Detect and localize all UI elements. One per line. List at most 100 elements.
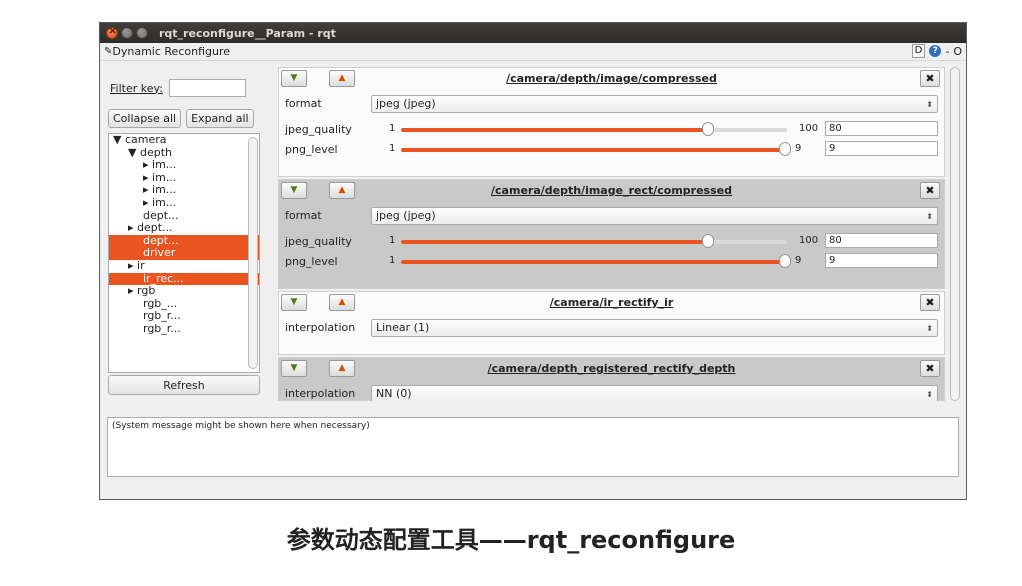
panel-title: /camera/depth_registered_rectify_depth [487,362,736,375]
maximize-window-button[interactable] [136,27,148,39]
tree-item[interactable]: ▸ rgb [109,285,259,298]
param-select[interactable]: NN (0) ⬍ [371,385,938,401]
dock-button[interactable]: D [911,44,926,58]
updown-icon: ⬍ [926,324,933,333]
slider-handle[interactable] [779,254,791,268]
tree-item[interactable]: dept... [109,210,259,223]
plugin-header: ✎ Dynamic Reconfigure D ? - O [100,43,966,61]
param-label: jpeg_quality [285,235,352,248]
param-label: format [285,97,322,110]
param-select[interactable]: jpeg (jpeg) ⬍ [371,95,938,113]
tree-item[interactable]: ir_rec... [109,272,259,286]
filter-input[interactable] [168,79,246,97]
filter-label: Filter key: [110,81,163,95]
panel-header: ▼ ▲/camera/depth/image_rect/compressed ✖ [279,180,944,200]
parameter-area: ▼ ▲/camera/depth/image/compressed ✖ format j… [276,67,962,401]
slider-track[interactable] [401,148,787,152]
system-message-box: (System message might be shown here when… [107,417,959,477]
slider-row: jpeg_quality 1 100 80 [279,120,944,138]
rqt-window: rqt_reconfigure__Param - rqt ✎ Dynamic R… [99,22,967,500]
title-bar: rqt_reconfigure__Param - rqt [100,23,966,43]
slider-max: 9 [795,143,802,154]
slider-row: png_level 1 9 9 [279,140,944,158]
param-select[interactable]: jpeg (jpeg) ⬍ [371,207,938,225]
close-panel-button[interactable]: ✖ [920,70,940,87]
close-panel-button[interactable]: ✖ [920,182,940,199]
window-title: rqt_reconfigure__Param - rqt [159,26,336,40]
panel-title: /camera/ir_rectify_ir [549,296,674,309]
panel-header: ▼ ▲/camera/depth/image/compressed ✖ [279,68,944,88]
tree-item[interactable]: ▼ depth [109,147,259,160]
slider-handle[interactable] [702,234,714,248]
slider-track[interactable] [401,240,787,244]
param-panel: ▼ ▲/camera/depth/image_rect/compressed ✖ fo… [278,179,945,289]
slider-max: 9 [795,255,802,266]
value-field[interactable]: 9 [825,141,938,156]
collapse-all-button[interactable]: Collapse all [108,109,182,128]
updown-icon: ⬍ [926,212,933,221]
tree-item[interactable]: dept... [109,234,259,248]
refresh-button[interactable]: Refresh [108,375,260,395]
panel-title: /camera/depth/image_rect/compressed [491,184,732,197]
param-label: png_level [285,255,338,268]
help-icon[interactable]: ? [929,45,942,57]
close-panel-button[interactable]: ✖ [920,360,940,377]
close-window-button[interactable] [106,24,118,39]
slider-min: 1 [389,255,396,266]
slider-min: 1 [389,235,396,246]
param-select[interactable]: Linear (1) ⬍ [371,319,938,337]
minimize-plugin-button[interactable]: - [945,45,949,58]
param-label: interpolation [285,387,356,400]
edit-icon: ✎ [104,46,113,57]
tree-item[interactable]: ▸ im... [109,197,259,210]
plugin-controls: D ? - O [911,44,962,58]
param-label: format [285,209,322,222]
expand-all-button[interactable]: Expand all [186,109,254,128]
slider-track[interactable] [401,128,787,132]
tree-scrollbar[interactable] [248,137,258,369]
tree-item[interactable]: ▸ im... [109,159,259,172]
param-label: png_level [285,143,338,156]
tree-item[interactable]: rgb_r... [109,323,259,336]
enum-row: format jpeg (jpeg) ⬍ [279,92,944,114]
tree-item[interactable]: rgb_r... [109,310,259,323]
node-browser: Filter key: Collapse all Expand all ▼ ca… [104,67,264,397]
updown-icon: ⬍ [926,100,933,109]
tree-item[interactable]: ▼ camera [109,134,259,147]
param-label: jpeg_quality [285,123,352,136]
tree-item[interactable]: rgb_... [109,298,259,311]
filter-row: Filter key: [110,79,264,97]
tree-item[interactable]: ▸ ir [109,260,259,273]
select-value: NN (0) [376,387,412,400]
tree-item[interactable]: driver [109,247,259,260]
enum-row: format jpeg (jpeg) ⬍ [279,204,944,226]
slider-handle[interactable] [702,122,714,136]
enum-row: interpolation NN (0) ⬍ [279,382,944,401]
tree-item[interactable]: ▸ dept... [109,222,259,235]
param-panel: ▼ ▲/camera/depth_registered_rectify_depth… [278,357,945,401]
tree-item[interactable]: ▸ im... [109,172,259,185]
value-field[interactable]: 80 [825,121,938,136]
tree-item[interactable]: ▸ im... [109,184,259,197]
parameter-scrollbar[interactable] [950,67,960,401]
value-field[interactable]: 9 [825,253,938,268]
slider-max: 100 [799,123,819,134]
param-label: interpolation [285,321,356,334]
caption: 参数动态配置工具——rqt_reconfigure [286,526,736,554]
panel-header: ▼ ▲/camera/depth_registered_rectify_depth… [279,358,944,378]
slider-row: png_level 1 9 9 [279,252,944,270]
minimize-window-button[interactable] [121,27,133,39]
updown-icon: ⬍ [926,390,933,399]
enum-row: interpolation Linear (1) ⬍ [279,316,944,338]
value-field[interactable]: 80 [825,233,938,248]
close-plugin-button[interactable]: O [953,45,962,58]
slider-handle[interactable] [779,142,791,156]
slider-min: 1 [389,143,396,154]
panel-header: ▼ ▲/camera/ir_rectify_ir ✖ [279,292,944,312]
node-tree[interactable]: ▼ camera ▼ depth ▸ im... ▸ im... ▸ im... ▸ im… [108,133,260,373]
close-panel-button[interactable]: ✖ [920,294,940,311]
slider-track[interactable] [401,260,787,264]
param-panel: ▼ ▲/camera/depth/image/compressed ✖ format j… [278,67,945,177]
slider-min: 1 [389,123,396,134]
select-value: jpeg (jpeg) [376,97,436,110]
